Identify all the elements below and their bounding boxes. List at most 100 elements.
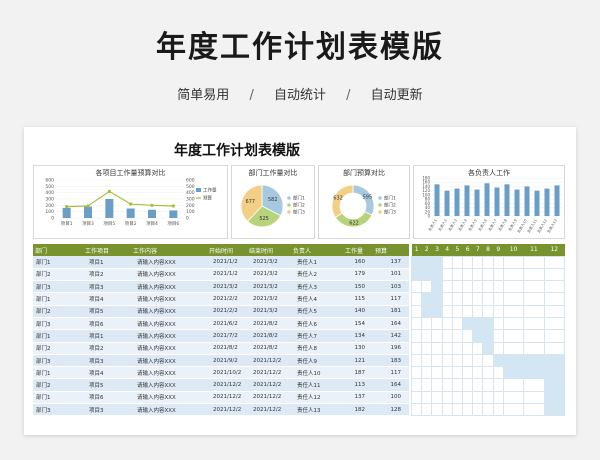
table-cell[interactable]: 181 <box>373 305 409 318</box>
table-cell[interactable]: 137 <box>343 391 373 405</box>
table-cell[interactable]: 责任人10 <box>291 366 343 380</box>
table-cell[interactable]: 责任人1 <box>291 256 343 269</box>
table-cell[interactable]: 2021/8/2 <box>207 342 247 355</box>
table-cell[interactable]: 项目4 <box>83 292 131 306</box>
table-cell[interactable]: 责任人5 <box>291 305 343 318</box>
table-cell[interactable]: 请输入内容XXX <box>131 378 207 392</box>
table-cell[interactable]: 196 <box>373 342 409 355</box>
column-header[interactable]: 负责人 <box>291 244 343 256</box>
table-cell[interactable]: 121 <box>343 354 373 368</box>
table-cell[interactable]: 项目6 <box>83 317 131 331</box>
table-cell[interactable]: 2021/9/2 <box>207 354 247 368</box>
column-header[interactable]: 开始时间 <box>207 244 247 256</box>
table-cell[interactable]: 请输入内容XXX <box>131 268 207 282</box>
table-cell[interactable]: 请输入内容XXX <box>131 366 207 380</box>
table-cell[interactable]: 115 <box>343 292 373 306</box>
table-cell[interactable]: 2021/12/2 <box>247 378 291 392</box>
table-cell[interactable]: 2021/12/2 <box>247 354 291 368</box>
table-cell[interactable]: 150 <box>343 280 373 294</box>
table-cell[interactable]: 101 <box>373 268 409 282</box>
table-cell[interactable]: 部门2 <box>33 342 83 355</box>
column-header[interactable]: 预算 <box>373 244 409 256</box>
column-header[interactable]: 部门 <box>33 244 83 256</box>
column-header[interactable]: 结束时间 <box>247 244 291 256</box>
table-cell[interactable]: 请输入内容XXX <box>131 317 207 331</box>
table-cell[interactable]: 2021/12/2 <box>247 366 291 380</box>
table-cell[interactable]: 2021/2/2 <box>207 305 247 318</box>
table-cell[interactable]: 103 <box>373 280 409 294</box>
table-cell[interactable]: 117 <box>373 366 409 380</box>
table-cell[interactable]: 2021/10/2 <box>207 366 247 380</box>
table-cell[interactable]: 140 <box>343 305 373 318</box>
table-cell[interactable]: 187 <box>343 366 373 380</box>
table-cell[interactable]: 部门1 <box>33 391 83 405</box>
table-cell[interactable]: 2021/12/2 <box>207 378 247 392</box>
table-cell[interactable]: 2021/1/2 <box>207 256 247 269</box>
table-cell[interactable]: 部门1 <box>33 292 83 306</box>
table-cell[interactable]: 请输入内容XXX <box>131 256 207 269</box>
table-cell[interactable]: 2021/3/2 <box>247 268 291 282</box>
table-cell[interactable]: 请输入内容XXX <box>131 403 207 417</box>
table-cell[interactable]: 项目6 <box>83 391 131 405</box>
table-cell[interactable]: 2021/7/2 <box>207 329 247 343</box>
table-cell[interactable]: 请输入内容XXX <box>131 329 207 343</box>
table-cell[interactable]: 责任人4 <box>291 292 343 306</box>
table-cell[interactable]: 2021/12/2 <box>247 391 291 405</box>
table-cell[interactable]: 164 <box>373 378 409 392</box>
table-cell[interactable]: 项目5 <box>83 378 131 392</box>
table-cell[interactable]: 130 <box>343 342 373 355</box>
table-cell[interactable]: 请输入内容XXX <box>131 292 207 306</box>
column-header[interactable]: 工作内容 <box>131 244 207 256</box>
table-cell[interactable]: 2021/8/2 <box>247 342 291 355</box>
table-cell[interactable]: 请输入内容XXX <box>131 391 207 405</box>
table-cell[interactable]: 部门1 <box>33 256 83 269</box>
table-cell[interactable]: 部门2 <box>33 305 83 318</box>
table-cell[interactable]: 164 <box>373 317 409 331</box>
table-cell[interactable]: 2021/3/2 <box>207 280 247 294</box>
table-cell[interactable]: 部门3 <box>33 403 83 417</box>
table-cell[interactable]: 责任人13 <box>291 403 343 417</box>
table-cell[interactable]: 2021/2/2 <box>207 292 247 306</box>
table-cell[interactable]: 请输入内容XXX <box>131 305 207 318</box>
table-cell[interactable]: 请输入内容XXX <box>131 342 207 355</box>
table-cell[interactable]: 请输入内容XXX <box>131 280 207 294</box>
column-header[interactable]: 工作项目 <box>83 244 131 256</box>
table-cell[interactable]: 154 <box>343 317 373 331</box>
table-cell[interactable]: 2021/3/2 <box>247 292 291 306</box>
table-cell[interactable]: 179 <box>343 268 373 282</box>
table-cell[interactable]: 责任人2 <box>291 268 343 282</box>
table-cell[interactable]: 2021/12/2 <box>247 403 291 417</box>
table-cell[interactable]: 项目1 <box>83 329 131 343</box>
table-cell[interactable]: 项目2 <box>83 342 131 355</box>
table-cell[interactable]: 项目3 <box>83 354 131 368</box>
table-cell[interactable]: 项目3 <box>83 403 131 417</box>
table-cell[interactable]: 项目1 <box>83 256 131 269</box>
table-cell[interactable]: 部门3 <box>33 280 83 294</box>
table-cell[interactable]: 项目4 <box>83 366 131 380</box>
table-cell[interactable]: 160 <box>343 256 373 269</box>
table-cell[interactable]: 100 <box>373 391 409 405</box>
table-cell[interactable]: 责任人11 <box>291 378 343 392</box>
table-cell[interactable]: 2021/8/2 <box>247 317 291 331</box>
table-cell[interactable]: 2021/12/2 <box>207 391 247 405</box>
table-cell[interactable]: 责任人12 <box>291 391 343 405</box>
table-cell[interactable]: 责任人8 <box>291 342 343 355</box>
table-cell[interactable]: 182 <box>343 403 373 417</box>
table-cell[interactable]: 部门1 <box>33 366 83 380</box>
table-cell[interactable]: 责任人6 <box>291 317 343 331</box>
table-cell[interactable]: 部门1 <box>33 329 83 343</box>
table-cell[interactable]: 部门3 <box>33 317 83 331</box>
table-cell[interactable]: 责任人7 <box>291 329 343 343</box>
table-cell[interactable]: 137 <box>373 256 409 269</box>
table-cell[interactable]: 183 <box>373 354 409 368</box>
table-cell[interactable]: 部门2 <box>33 268 83 282</box>
table-cell[interactable]: 部门3 <box>33 354 83 368</box>
table-cell[interactable]: 项目2 <box>83 268 131 282</box>
table-cell[interactable]: 责任人9 <box>291 354 343 368</box>
table-cell[interactable]: 2021/1/2 <box>207 268 247 282</box>
table-cell[interactable]: 项目5 <box>83 305 131 318</box>
table-cell[interactable]: 2021/3/2 <box>247 256 291 269</box>
table-cell[interactable]: 项目3 <box>83 280 131 294</box>
table-cell[interactable]: 2021/6/2 <box>207 317 247 331</box>
column-header[interactable]: 工作量 <box>343 244 373 256</box>
